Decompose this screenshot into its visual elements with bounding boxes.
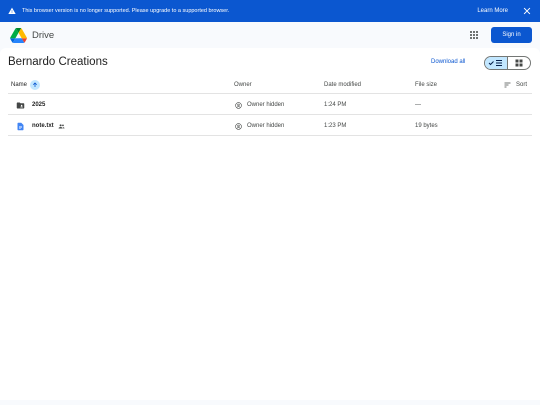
table-row[interactable]: note.txt Owner hidden 1:23 PM 19 bytes [8, 116, 532, 136]
person-icon [235, 101, 242, 109]
page-title: Bernardo Creations [8, 56, 108, 68]
name-column-header[interactable]: Name [11, 77, 41, 93]
date-modified-cell: 1:23 PM [324, 123, 347, 129]
apps-grid-icon[interactable] [468, 29, 480, 41]
person-icon [235, 122, 242, 130]
view-toggle[interactable] [484, 56, 531, 70]
owner-column-header: Owner [234, 82, 252, 88]
warning-icon [8, 7, 16, 14]
top-bar: Drive Sign in [0, 22, 540, 48]
file-size-column-header[interactable]: File size [415, 77, 437, 93]
date-modified-cell: 1:24 PM [324, 102, 347, 108]
shared-folder-icon [16, 102, 25, 108]
banner-message: This browser version is no longer suppor… [22, 8, 230, 14]
sort-ascending-icon[interactable] [30, 80, 41, 90]
sort-button[interactable]: Sort [504, 77, 527, 93]
shared-people-icon [58, 123, 65, 129]
owner-cell: Owner hidden [235, 116, 284, 136]
list-view-button[interactable] [485, 57, 508, 69]
close-icon[interactable] [522, 6, 532, 16]
owner-cell: Owner hidden [235, 95, 284, 115]
file-size-cell: — [415, 102, 421, 108]
sign-in-button[interactable]: Sign in [491, 27, 532, 43]
file-list-header: Name Owner Date modified File size Sort [8, 77, 532, 94]
sort-icon [504, 82, 511, 88]
date-modified-column-header[interactable]: Date modified [324, 77, 361, 93]
file-name-cell[interactable]: note.txt [16, 116, 65, 136]
download-all-button[interactable]: Download all [431, 59, 465, 65]
drive-brand-name[interactable]: Drive [32, 30, 468, 41]
file-name-cell[interactable]: 2025 [16, 95, 45, 115]
table-row[interactable]: 2025 Owner hidden 1:24 PM — [8, 95, 532, 115]
grid-view-button[interactable] [508, 57, 530, 69]
drive-logo-icon[interactable] [10, 27, 27, 43]
file-size-cell: 19 bytes [415, 123, 438, 129]
learn-more-link[interactable]: Learn More [477, 8, 508, 14]
document-icon [17, 122, 24, 130]
main-content: Bernardo Creations Download all Name Own… [0, 48, 540, 400]
unsupported-browser-banner: This browser version is no longer suppor… [0, 0, 540, 22]
grid-view-icon [515, 59, 523, 67]
list-view-icon [488, 60, 502, 66]
